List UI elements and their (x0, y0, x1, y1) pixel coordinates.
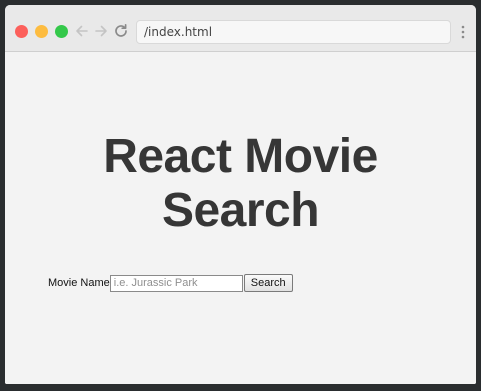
page-title-line-2: Search (161, 184, 320, 237)
close-window-button[interactable] (15, 25, 28, 38)
more-vertical-icon[interactable] (460, 24, 466, 40)
maximize-window-button[interactable] (55, 25, 68, 38)
movie-name-input[interactable] (109, 274, 243, 292)
page-title: React Movie Search (5, 130, 476, 238)
address-bar[interactable]: /index.html (136, 20, 451, 44)
search-button[interactable]: Search (243, 274, 293, 292)
movie-search-form: Movie Name Search (48, 274, 293, 292)
page-content: React Movie Search Movie Name Search (5, 52, 476, 384)
browser-toolbar: /index.html (5, 5, 476, 52)
movie-name-label: Movie Name (48, 277, 110, 289)
minimize-window-button[interactable] (35, 25, 48, 38)
url-text: /index.html (144, 25, 213, 39)
forward-arrow-icon[interactable] (92, 22, 110, 40)
page-title-line-1: React Movie (103, 130, 378, 183)
reload-icon[interactable] (112, 22, 130, 40)
browser-window: /index.html React Movie Search Movie Nam… (5, 5, 476, 384)
back-arrow-icon[interactable] (73, 22, 91, 40)
